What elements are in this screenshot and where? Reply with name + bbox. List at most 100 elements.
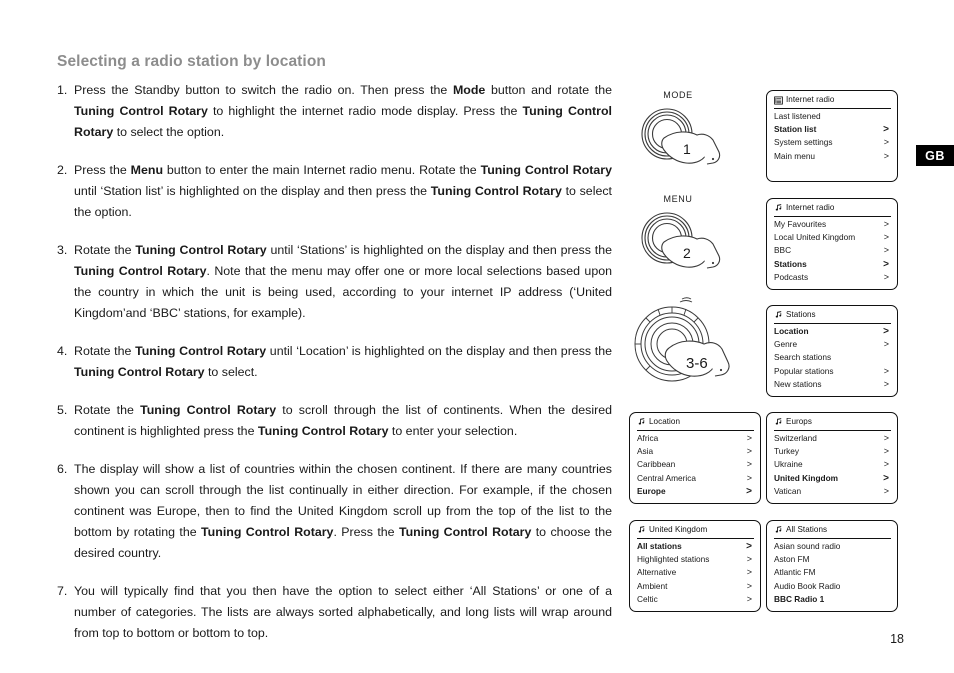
display-menu-item[interactable]: Celtic > [637, 593, 754, 606]
display-menu-item-label: Popular stations [774, 365, 834, 376]
display-menu-item-label: Last listened [774, 111, 821, 121]
display-menu-item-label: Genre [774, 339, 798, 350]
chevron-right-icon: > [883, 137, 889, 148]
menu-knob-graphic: 2 [641, 212, 721, 269]
display-menu-item[interactable]: Asian sound radio> [774, 540, 891, 553]
display-title-text: Stations [786, 310, 816, 320]
instruction-step: 4. Rotate the Tuning Control Rotary until… [57, 341, 612, 383]
display-menu-item-label: Location [774, 326, 809, 336]
display-menu-item[interactable]: Caribbean > [637, 458, 754, 471]
display-menu-item[interactable]: Alternative > [637, 566, 754, 579]
display-panel-location: Location Africa > Asia > Caribbean > Central Am… [629, 412, 761, 504]
display-menu-item-label: New stations [774, 378, 822, 389]
display-menu-item-label: Asian sound radio [774, 541, 841, 551]
display-title-bar: All Stations [774, 526, 891, 539]
display-menu-item-label: All stations [637, 541, 682, 551]
display-menu-list: Africa > Asia > Caribbean > Central America > Eu… [637, 432, 754, 498]
display-menu-item[interactable]: Audio Book Radio> [774, 580, 891, 593]
display-title-text: Internet radio [786, 95, 835, 105]
display-menu-item[interactable]: Station list > [774, 123, 891, 136]
display-menu-item[interactable]: Local United Kingdom > [774, 231, 891, 244]
display-title-text: Internet radio [786, 203, 835, 213]
step-number: 4. [57, 344, 68, 358]
display-menu-item[interactable]: Europe > [637, 485, 754, 498]
display-menu-item[interactable]: Podcasts > [774, 271, 891, 284]
display-menu-item[interactable]: Aston FM> [774, 553, 891, 566]
display-panel-stations: StationsLocation>Genre>Search stations>P… [766, 305, 898, 397]
list-icon [774, 96, 783, 105]
display-panel-internet-radio-stationlist: Internet radio My Favourites > Local United… [766, 198, 898, 290]
manual-page: Selecting a radio station by location 1.… [0, 0, 954, 673]
display-menu-item[interactable]: Genre > [774, 338, 891, 351]
display-menu-item-label: Caribbean [637, 459, 676, 470]
display-menu-item-label: System settings [774, 137, 833, 148]
display-menu-item[interactable]: New stations > [774, 378, 891, 391]
display-menu-item-label: Aston FM [774, 554, 810, 565]
display-menu-item[interactable]: Atlantic FM> [774, 566, 891, 579]
display-menu-item[interactable]: Africa > [637, 432, 754, 445]
display-menu-item-label: Atlantic FM [774, 567, 816, 578]
chevron-right-icon: > [883, 446, 889, 457]
display-menu-item[interactable]: Location > [774, 325, 891, 338]
music-note-icon [775, 311, 782, 318]
display-menu-item-label: Central America [637, 472, 697, 483]
step-text: The display will show a list of countrie… [74, 462, 613, 560]
music-note-icon [775, 526, 782, 533]
display-menu-item[interactable]: Search stations> [774, 351, 891, 364]
chevron-right-icon: > [883, 219, 889, 229]
chevron-right-icon: > [746, 446, 752, 457]
display-menu-item-label: Ambient [637, 580, 668, 591]
display-menu-item-label: Station list [774, 124, 817, 135]
display-menu-item[interactable]: Switzerland > [774, 432, 891, 445]
instruction-step: 7. You will typically find that you then … [57, 581, 612, 644]
display-menu-item[interactable]: Central America > [637, 472, 754, 485]
instruction-step: 1. Press the Standby button to switch the… [57, 80, 612, 143]
display-menu-item[interactable]: Popular stations > [774, 365, 891, 378]
display-menu-item[interactable]: Highlighted stations > [637, 553, 754, 566]
instruction-step: 6. The display will show a list of countr… [57, 459, 612, 564]
display-title-bar: Stations [774, 311, 891, 324]
instruction-step: 2. Press the Menu button to enter the mai… [57, 160, 612, 223]
chevron-right-icon: > [746, 472, 752, 483]
display-menu-item-label: BBC Radio 1 [774, 593, 825, 604]
display-menu-item[interactable]: Turkey > [774, 445, 891, 458]
display-menu-item[interactable]: System settings > [774, 136, 891, 149]
display-menu-item[interactable]: Main menu > [774, 150, 891, 163]
chevron-right-icon: > [883, 485, 889, 496]
locale-tab-gb: GB [916, 145, 954, 166]
display-menu-item[interactable]: BBC > [774, 244, 891, 257]
display-panel-all-stations: All StationsAsian sound radio>Aston FM>A… [766, 520, 898, 612]
music-note-icon [638, 526, 645, 533]
display-menu-item[interactable]: Last listened> [774, 110, 891, 123]
step-text: Press the Menu button to enter the main … [74, 163, 612, 219]
chevron-right-icon: > [883, 459, 889, 470]
display-menu-item[interactable]: My Favourites > [774, 218, 891, 231]
instruction-step: 3. Rotate the Tuning Control Rotary until… [57, 240, 612, 324]
display-menu-item-label: Search stations [774, 352, 832, 363]
display-menu-item-label: United Kingdom [774, 472, 839, 483]
page-title: Selecting a radio station by location [57, 53, 326, 71]
display-menu-list: My Favourites > Local United Kingdom > BBC > S… [774, 218, 891, 284]
display-menu-item[interactable]: BBC Radio 1> [774, 593, 891, 606]
display-menu-item[interactable]: All stations > [637, 540, 754, 553]
step-text: Rotate the Tuning Control Rotary until ‘… [74, 344, 613, 379]
display-menu-item[interactable]: Stations > [774, 258, 891, 271]
display-menu-item[interactable]: Vatican > [774, 485, 891, 498]
display-title-bar: Internet radio [774, 96, 891, 109]
step-number: 7. [57, 584, 68, 598]
display-menu-item[interactable]: Asia > [637, 445, 754, 458]
display-menu-item[interactable]: Ambient > [637, 580, 754, 593]
knob-step-number-3-6: 3-6 [686, 355, 708, 372]
display-menu-item[interactable]: United Kingdom > [774, 472, 891, 485]
display-menu-list: Switzerland > Turkey > Ukraine > United Kingdo… [774, 432, 891, 498]
display-menu-item-label: Switzerland [774, 433, 817, 443]
music-note-icon [775, 418, 782, 425]
chevron-right-icon: > [883, 245, 889, 256]
display-menu-item-label: My Favourites [774, 219, 827, 229]
display-menu-item[interactable]: Ukraine > [774, 458, 891, 471]
chevron-right-icon: > [883, 339, 889, 350]
display-menu-list: Asian sound radio>Aston FM>Atlantic FM>A… [774, 540, 891, 606]
instruction-step: 5. Rotate the Tuning Control Rotary to sc… [57, 400, 612, 442]
chevron-right-icon: > [883, 326, 889, 337]
display-menu-list: All stations > Highlighted stations > Altern… [637, 540, 754, 606]
